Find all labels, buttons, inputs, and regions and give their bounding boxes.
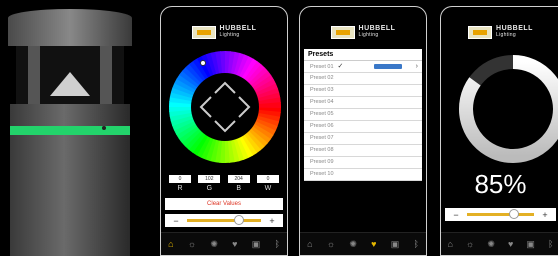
bollard-light-image: [8, 9, 132, 256]
bulb-icon[interactable]: ☼: [466, 239, 474, 249]
rgbw-field-w[interactable]: 0W: [256, 175, 279, 192]
bluetooth-icon[interactable]: ᛒ: [274, 239, 279, 249]
bulb-icon[interactable]: ☼: [327, 239, 335, 249]
phone-color-screen: HUBBELL Lighting 0 R 102 G 204 B 0 W Clear Value…: [160, 6, 288, 256]
rgbw-value[interactable]: 102: [198, 175, 221, 183]
hubbell-badge-icon: [468, 25, 493, 39]
preset-row[interactable]: Preset 01 ✓ ›: [304, 61, 422, 73]
phone-dimmer-screen: HUBBELL Lighting 85% − + ⌂ ☼ ✺ ♥ ▣ ᛒ: [440, 6, 558, 256]
preset-label: Preset 04: [310, 99, 334, 105]
rgbw-value[interactable]: 0: [256, 175, 279, 183]
hubbell-badge-icon: [191, 25, 216, 39]
preset-label: Preset 10: [310, 171, 334, 177]
brand-sub: Lighting: [358, 32, 379, 38]
preset-row[interactable]: Preset 08: [304, 145, 422, 157]
bottom-nav: ⌂ ☼ ✺ ♥ ▣ ᛒ: [300, 232, 426, 255]
preset-label: Preset 02: [310, 75, 334, 81]
color-wheel[interactable]: [167, 49, 283, 165]
rgbw-label: R: [177, 185, 183, 192]
slider-knob[interactable]: [508, 209, 519, 219]
rgbw-field-g[interactable]: 102 G: [198, 175, 221, 192]
rgbw-value[interactable]: 0: [169, 175, 191, 183]
preset-row[interactable]: Preset 09: [304, 157, 422, 169]
brand-sub: Lighting: [219, 32, 240, 38]
wheel-selector-knob: [200, 60, 206, 66]
presets-title: Presets: [304, 49, 422, 61]
home-icon[interactable]: ⌂: [307, 239, 312, 249]
camera-icon[interactable]: ▣: [526, 239, 535, 250]
bottom-nav: ⌂ ☼ ✺ ♥ ▣ ᛒ: [441, 232, 558, 255]
plus-icon[interactable]: +: [267, 216, 277, 226]
home-icon[interactable]: ⌂: [168, 239, 173, 249]
check-icon: ✓: [337, 63, 344, 70]
preset-label: Preset 01: [310, 64, 334, 70]
preset-label: Preset 09: [310, 159, 334, 165]
preset-row[interactable]: Preset 04: [304, 97, 422, 109]
rgbw-value[interactable]: 204: [227, 175, 250, 183]
bluetooth-icon[interactable]: ᛒ: [413, 239, 418, 249]
preset-label: Preset 08: [310, 147, 334, 153]
slider-knob[interactable]: [233, 215, 244, 225]
rgbw-label: B: [236, 185, 241, 192]
bulb-icon[interactable]: ☼: [188, 239, 196, 249]
rgbw-field-r[interactable]: 0R: [169, 175, 191, 192]
plus-icon[interactable]: +: [540, 210, 550, 220]
camera-icon[interactable]: ▣: [391, 239, 400, 250]
rgbw-label: W: [264, 185, 272, 192]
bottom-nav: ⌂ ☼ ✺ ♥ ▣ ᛒ: [161, 232, 287, 255]
hubbell-logo: HUBBELL Lighting: [161, 25, 287, 39]
rgbw-field-b[interactable]: 204 B: [227, 175, 250, 192]
camera-icon[interactable]: ▣: [252, 239, 261, 250]
bluetooth-icon[interactable]: ᛒ: [548, 239, 553, 249]
preset-row[interactable]: Preset 06: [304, 121, 422, 133]
hubbell-badge-icon: [330, 25, 355, 39]
phone-presets-screen: HUBBELL Lighting Presets Preset 01 ✓ › Prese…: [299, 6, 427, 256]
hubbell-logo: HUBBELL Lighting: [300, 25, 426, 39]
heart-icon[interactable]: ♥: [508, 239, 513, 249]
heart-icon[interactable]: ♥: [232, 239, 237, 249]
preset-row[interactable]: Preset 02: [304, 73, 422, 85]
dimmer-ring[interactable]: [455, 51, 558, 167]
rgbw-values: 0 R 102 G 204 B 0 W: [169, 175, 279, 192]
preset-label: Preset 07: [310, 135, 334, 141]
rgbw-label: G: [206, 185, 213, 192]
brightness-percent: 85%: [474, 169, 527, 199]
brand-name: HUBBELL: [496, 25, 533, 32]
minus-icon[interactable]: −: [171, 216, 181, 226]
dimmer-slider[interactable]: − +: [445, 208, 556, 221]
home-icon[interactable]: ⌂: [448, 239, 453, 249]
preset-label: Preset 03: [310, 87, 334, 93]
preset-label: Preset 06: [310, 123, 334, 129]
brand-name: HUBBELL: [358, 25, 396, 32]
sun-icon[interactable]: ✺: [487, 239, 495, 250]
sun-icon[interactable]: ✺: [210, 239, 218, 250]
preset-color-swatch: [374, 64, 402, 69]
clear-values-button[interactable]: Clear Values: [165, 198, 283, 210]
preset-row[interactable]: Preset 05: [304, 109, 422, 121]
chevron-right-icon[interactable]: ›: [416, 61, 418, 72]
brand-sub: Lighting: [496, 32, 516, 38]
preset-label: Preset 05: [310, 111, 334, 117]
preset-row[interactable]: Preset 07: [304, 133, 422, 145]
sun-icon[interactable]: ✺: [349, 239, 357, 250]
brightness-slider[interactable]: − +: [165, 214, 283, 227]
brand-name: HUBBELL: [219, 25, 257, 32]
hubbell-logo: HUBBELL Lighting: [441, 25, 558, 39]
minus-icon[interactable]: −: [451, 210, 461, 220]
heart-icon[interactable]: ♥: [371, 239, 376, 249]
preset-list: Presets Preset 01 ✓ › Preset 02 Preset 03 Pre…: [304, 49, 422, 181]
preset-row[interactable]: Preset 03: [304, 85, 422, 97]
preset-row[interactable]: Preset 10: [304, 169, 422, 181]
